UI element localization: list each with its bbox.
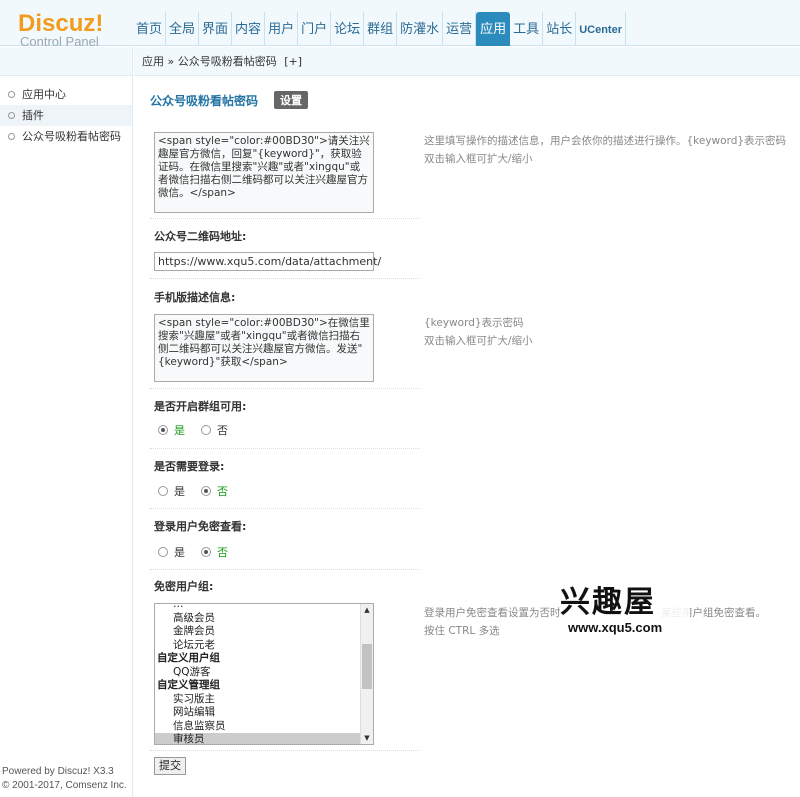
description-hint-line1: 这里填写操作的描述信息，用户会依你的描述进行操作。{keyword}表示密码 [424, 135, 787, 147]
settings-tab-button[interactable]: 设置 [274, 91, 309, 109]
description-hint-line2: 双击输入框可扩大/缩小 [424, 153, 533, 165]
nav-plugin[interactable]: 应用 [476, 12, 511, 46]
scroll-up-icon[interactable]: ▲ [361, 604, 373, 616]
qrcode-url-input[interactable]: https://www.xqu5.com/data/attachment/ [154, 252, 381, 271]
sidebar: 应用中心 插件 公众号吸粉看帖密码 Powered by Discuz! X3.… [0, 47, 133, 797]
nav-extended[interactable]: 运营 [443, 12, 477, 46]
page-title-row: 公众号吸粉看帖密码 设置 [150, 91, 309, 109]
watermark-url: www.xqu5.com [560, 620, 690, 635]
need-login-no-radio[interactable] [201, 486, 211, 496]
group-option[interactable]: 金牌会员 [155, 625, 360, 639]
free-groups-label: 免密用户组: [154, 580, 214, 593]
divider [150, 508, 420, 509]
group-option[interactable]: 信息监察员 [155, 720, 360, 734]
group-option-selected[interactable]: 审核员 [155, 733, 360, 744]
nav-safe[interactable]: 防灌水 [397, 12, 444, 46]
group-option[interactable]: 网站编辑 [155, 706, 360, 720]
group-option[interactable]: 实习版主 [155, 693, 360, 707]
divider [150, 218, 420, 219]
description-hint: 这里填写操作的描述信息，用户会依你的描述进行操作。{keyword}表示密码 双… [424, 132, 786, 168]
group-option[interactable]: QQ游客 [155, 666, 360, 680]
nav-portal[interactable]: 门户 [298, 12, 332, 46]
divider [150, 750, 420, 751]
mobile-desc-label: 手机版描述信息: [154, 291, 236, 304]
sidebar-item-app-center[interactable]: 应用中心 [0, 84, 132, 105]
nav-style[interactable]: 界面 [199, 12, 233, 46]
free-groups-hint-a: 登录用户免密查看设置为否时， [424, 607, 571, 619]
need-login-radios: 是 否 [158, 483, 244, 499]
watermark-logo: 兴趣屋 [560, 586, 690, 620]
group-optgroup-label: 自定义管理组 [157, 679, 220, 691]
need-login-label: 是否需要登录: [154, 460, 225, 473]
divider [150, 388, 420, 389]
footer-powered: Powered by Discuz! X3.3 [2, 766, 114, 777]
nav-group[interactable]: 群组 [364, 12, 398, 46]
add-shortcut-button[interactable]: [+] [284, 55, 302, 68]
group-optgroup-label: 自定义用户组 [157, 652, 220, 664]
group-enable-yes-radio[interactable] [158, 425, 168, 435]
group-enable-yes-label[interactable]: 是 [174, 422, 185, 438]
nav-home[interactable]: 首页 [133, 12, 167, 46]
breadcrumb: 应用 » 公众号吸粉看帖密码 [+] [134, 47, 800, 76]
top-header: Discuz! Control Panel 首页 全局 界面 内容 用户 门户 … [0, 0, 800, 49]
need-login-yes-radio[interactable] [158, 486, 168, 496]
footer-copyright: Powered by Discuz! X3.3 © 2001-2017, Com… [2, 765, 127, 793]
nav-content[interactable]: 内容 [232, 12, 266, 46]
logo-brand: Discuz! [18, 10, 104, 37]
sidebar-item-plugins[interactable]: 插件 [0, 105, 132, 126]
divider [150, 448, 420, 449]
sidebar-menu: 应用中心 插件 公众号吸粉看帖密码 [0, 84, 132, 147]
login-free-no-label[interactable]: 否 [217, 544, 228, 560]
group-enable-label: 是否开启群组可用: [154, 400, 247, 413]
login-free-yes-label[interactable]: 是 [174, 544, 185, 560]
submit-button[interactable]: 提交 [154, 757, 186, 775]
free-groups-multiselect[interactable]: … 高级会员 金牌会员 论坛元老 自定义用户组 QQ游客 自定义管理组 实习版主… [154, 603, 374, 745]
mobile-desc-textarea[interactable]: <span style="color:#00BD30">在微信里搜索"兴趣屋"或… [154, 314, 374, 382]
group-option[interactable]: 高级会员 [155, 612, 360, 626]
mobile-desc-hint: {keyword}表示密码 双击输入框可扩大/缩小 [424, 314, 533, 350]
group-option[interactable]: … [155, 604, 360, 612]
sidebar-top [0, 47, 132, 76]
group-enable-no-label[interactable]: 否 [217, 422, 228, 438]
group-option[interactable]: 论坛元老 [155, 639, 360, 653]
nav-tools[interactable]: 工具 [510, 12, 544, 46]
sidebar-item-wechat-password[interactable]: 公众号吸粉看帖密码 [0, 126, 132, 147]
group-enable-no-radio[interactable] [201, 425, 211, 435]
scroll-down-icon[interactable]: ▼ [361, 732, 373, 744]
nav-user[interactable]: 用户 [265, 12, 299, 46]
breadcrumb-path[interactable]: 应用 » 公众号吸粉看帖密码 [142, 55, 277, 68]
login-free-label: 登录用户免密查看: [154, 520, 247, 533]
mobile-desc-hint-line2: 双击输入框可扩大/缩小 [424, 335, 533, 347]
nav-founder[interactable]: 站长 [543, 12, 577, 46]
mobile-desc-hint-line1: {keyword}表示密码 [424, 317, 524, 329]
nav-ucenter[interactable]: UCenter [576, 12, 626, 46]
free-groups-options: … 高级会员 金牌会员 论坛元老 自定义用户组 QQ游客 自定义管理组 实习版主… [155, 604, 360, 744]
divider [150, 278, 420, 279]
watermark: 兴趣屋 www.xqu5.com [560, 586, 690, 635]
top-nav: 首页 全局 界面 内容 用户 门户 论坛 群组 防灌水 运营 应用 工具 站长 … [133, 12, 626, 46]
footer-copy-line: © 2001-2017, Comsenz Inc. [2, 780, 127, 791]
login-free-yes-radio[interactable] [158, 547, 168, 557]
discuz-logo[interactable]: Discuz! Control Panel [18, 12, 103, 50]
need-login-yes-label[interactable]: 是 [174, 483, 185, 499]
scroll-thumb[interactable] [362, 644, 372, 689]
group-enable-radios: 是 否 [158, 422, 244, 438]
description-textarea[interactable]: <span style="color:#00BD30">请关注兴趣屋官方微信，回… [154, 132, 374, 213]
group-select-scrollbar[interactable]: ▲ ▼ [360, 604, 373, 744]
divider [150, 569, 420, 570]
qrcode-label: 公众号二维码地址: [154, 230, 247, 243]
nav-global[interactable]: 全局 [166, 12, 200, 46]
login-free-no-radio[interactable] [201, 547, 211, 557]
nav-forum[interactable]: 论坛 [331, 12, 365, 46]
login-free-radios: 是 否 [158, 544, 244, 560]
page-title: 公众号吸粉看帖密码 [150, 93, 259, 108]
need-login-no-label[interactable]: 否 [217, 483, 228, 499]
